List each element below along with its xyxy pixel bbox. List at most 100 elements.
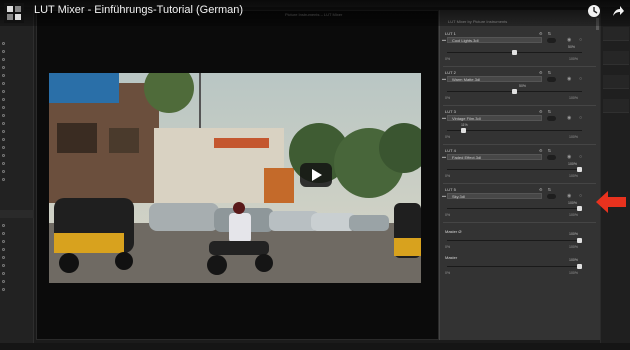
project-row[interactable]: [2, 230, 5, 236]
panel-row[interactable]: [2, 128, 5, 134]
lut-2-section: LUT 2 ⚙ ⇅ ▬ Warm Matte.3dl ◉ ○ 50% 0% 10…: [442, 70, 596, 106]
red-arrow-icon: [596, 191, 626, 213]
panel-row[interactable]: [2, 160, 5, 166]
folder-icon[interactable]: ▬: [442, 193, 446, 198]
options-icon[interactable]: ○: [579, 76, 582, 82]
panel-row[interactable]: [2, 120, 5, 126]
project-row[interactable]: [2, 286, 5, 292]
folder-icon[interactable]: ▬: [442, 37, 446, 42]
range-min: 0%: [445, 213, 451, 217]
play-button[interactable]: [300, 163, 332, 187]
video-title[interactable]: LUT Mixer - Einführungs-Tutorial (German…: [34, 4, 243, 16]
share-arrow-icon[interactable]: [611, 4, 625, 18]
video-frame[interactable]: [49, 73, 421, 283]
panel-row[interactable]: [2, 176, 5, 182]
lut-toggle[interactable]: [547, 38, 556, 43]
lut-slider-track[interactable]: [447, 208, 582, 209]
master-o-label: Master Ø: [445, 229, 462, 234]
range-max: 100%: [569, 96, 578, 100]
master-slider-thumb[interactable]: [577, 264, 582, 269]
folder-icon[interactable]: ▬: [442, 154, 446, 159]
play-icon: [312, 169, 322, 181]
panel-row[interactable]: [2, 88, 5, 94]
lut-percentage: 100%: [568, 201, 577, 205]
options-icon[interactable]: ○: [579, 37, 582, 43]
panel-row[interactable]: [2, 96, 5, 102]
timeline-cell[interactable]: [603, 75, 629, 89]
video-title-bar: LUT Mixer - Einführungs-Tutorial (German…: [0, 0, 630, 26]
range-min: 0%: [445, 135, 451, 139]
folder-icon[interactable]: ▬: [442, 115, 446, 120]
lut-file-field[interactable]: Faded Effect.3dl: [447, 154, 542, 160]
range-max: 100%: [569, 135, 578, 139]
lut-label: LUT 3: [445, 109, 456, 114]
master-o-slider-track[interactable]: [447, 240, 582, 241]
lut-label: LUT 1: [445, 31, 456, 36]
lut-tool-icons[interactable]: ⚙ ⇅: [539, 109, 553, 114]
channel-logo-icon[interactable]: [4, 3, 24, 23]
eye-icon[interactable]: ◉: [567, 37, 571, 43]
panel-row[interactable]: [2, 48, 5, 54]
lut-slider-track[interactable]: [447, 130, 582, 131]
lut-file-field[interactable]: Vintage Film.3dl: [447, 115, 542, 121]
options-icon[interactable]: ○: [579, 193, 582, 199]
panel-row[interactable]: [2, 152, 5, 158]
panel-row[interactable]: [2, 64, 5, 70]
master-slider-track[interactable]: [447, 266, 582, 267]
eye-icon[interactable]: ◉: [567, 193, 571, 199]
lut-file-field[interactable]: Cool Lights.3dl: [447, 37, 542, 43]
range-max: 100%: [569, 57, 578, 61]
folder-icon[interactable]: ▬: [442, 76, 446, 81]
project-row[interactable]: [2, 238, 5, 244]
timeline-cell[interactable]: [603, 51, 629, 65]
lut-4-section: LUT 4 ⚙ ⇅ ▬ Faded Effect.3dl ◉ ○ 100% 0%…: [442, 148, 596, 184]
range-max: 100%: [569, 245, 578, 249]
lut-slider-thumb[interactable]: [577, 206, 582, 211]
panel-row[interactable]: [2, 144, 5, 150]
lut-tool-icons[interactable]: ⚙ ⇅: [539, 70, 553, 75]
status-bar: [0, 343, 630, 350]
panel-row[interactable]: [2, 104, 5, 110]
panel-row[interactable]: [2, 56, 5, 62]
eye-icon[interactable]: ◉: [567, 76, 571, 82]
project-row[interactable]: [2, 222, 5, 228]
panel-row[interactable]: [2, 136, 5, 142]
project-row[interactable]: [2, 254, 5, 260]
lut-slider-thumb[interactable]: [461, 128, 467, 133]
lut-slider-thumb[interactable]: [512, 89, 517, 94]
options-icon[interactable]: ○: [579, 115, 582, 121]
lut-slider-track[interactable]: [447, 169, 582, 170]
panel-tabs[interactable]: [0, 210, 34, 218]
options-icon[interactable]: ○: [579, 154, 582, 160]
panel-row[interactable]: [2, 112, 5, 118]
panel-row[interactable]: [2, 40, 5, 46]
lut-tool-icons[interactable]: ⚙ ⇅: [539, 187, 553, 192]
master-o-slider-thumb[interactable]: [577, 238, 582, 243]
lut-file-field[interactable]: Sky.3dl: [447, 193, 542, 199]
panel-row[interactable]: [2, 72, 5, 78]
project-row[interactable]: [2, 278, 5, 284]
lut-toggle[interactable]: [547, 77, 556, 82]
lut-slider-thumb[interactable]: [512, 50, 517, 55]
panel-row[interactable]: [2, 168, 5, 174]
eye-icon[interactable]: ◉: [567, 115, 571, 121]
panel-row[interactable]: [2, 80, 5, 86]
project-row[interactable]: [2, 262, 5, 268]
clock-icon[interactable]: [587, 4, 601, 18]
range-min: 0%: [445, 245, 451, 249]
lut-toggle[interactable]: [547, 194, 556, 199]
project-row[interactable]: [2, 246, 5, 252]
lut-file-field[interactable]: Warm Matte.3dl: [447, 76, 542, 82]
lut-tool-icons[interactable]: ⚙ ⇅: [539, 148, 553, 153]
lut-tool-icons[interactable]: ⚙ ⇅: [539, 31, 553, 36]
lut-percentage: 50%: [568, 45, 576, 49]
lut-slider-thumb[interactable]: [577, 167, 582, 172]
street-scene-image: [49, 73, 421, 283]
lut-toggle[interactable]: [547, 116, 556, 121]
timeline-cell[interactable]: [603, 27, 629, 41]
eye-icon[interactable]: ◉: [567, 154, 571, 160]
master-label: Master: [445, 255, 458, 260]
lut-toggle[interactable]: [547, 155, 556, 160]
timeline-cell[interactable]: [603, 99, 629, 113]
project-row[interactable]: [2, 270, 5, 276]
